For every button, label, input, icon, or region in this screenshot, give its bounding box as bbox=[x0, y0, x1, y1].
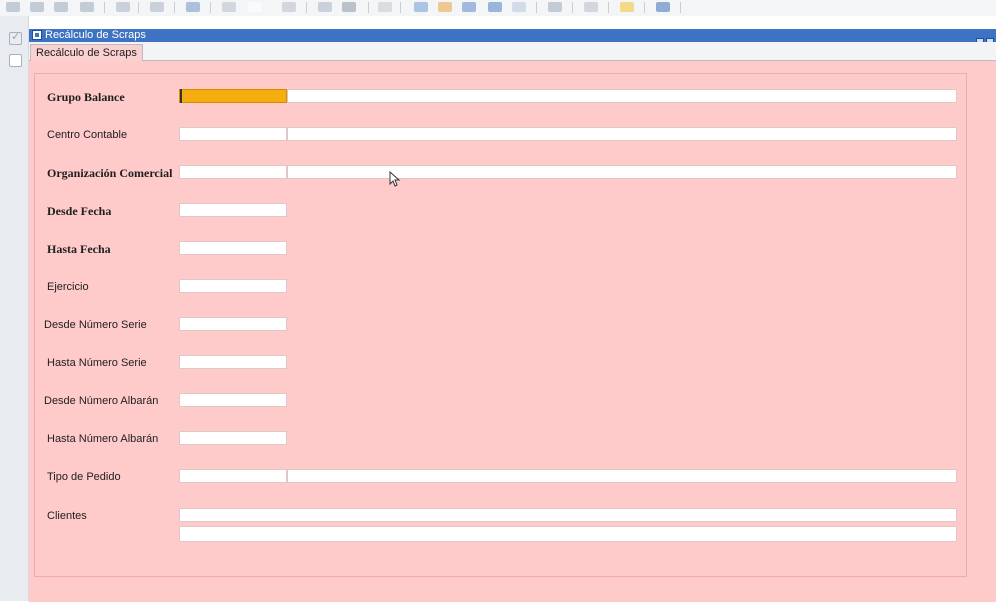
hasta-fecha-input[interactable] bbox=[179, 241, 287, 255]
window-icon bbox=[32, 30, 42, 40]
field-label: Centro Contable bbox=[47, 129, 128, 141]
toolbar-separator bbox=[174, 2, 175, 13]
main-toolbar bbox=[0, 0, 996, 16]
field-label: Ejercicio bbox=[47, 281, 89, 293]
toolbar-separator bbox=[644, 2, 645, 13]
field-label: Tipo de Pedido bbox=[47, 471, 121, 483]
help-icon[interactable] bbox=[656, 2, 670, 12]
field-label: Hasta Número Serie bbox=[47, 357, 147, 369]
print-icon[interactable] bbox=[150, 2, 164, 12]
zoom-icon[interactable] bbox=[512, 2, 526, 12]
field-label: Grupo Balance bbox=[47, 90, 125, 104]
clientes-list[interactable] bbox=[179, 526, 957, 542]
next-icon[interactable] bbox=[54, 2, 68, 12]
tipo-de-pedido-description-input[interactable] bbox=[287, 469, 957, 483]
prev-icon[interactable] bbox=[30, 2, 44, 12]
toolbar-separator bbox=[572, 2, 573, 13]
centro-contable-description-input[interactable] bbox=[287, 127, 957, 141]
toolbar-separator bbox=[536, 2, 537, 13]
report-icon[interactable] bbox=[548, 2, 562, 12]
save-icon[interactable] bbox=[186, 2, 200, 12]
grupo-balance-description-input[interactable] bbox=[287, 89, 957, 103]
window-title-bar: Recálculo de Scraps bbox=[29, 29, 996, 46]
desde-numero-serie-input[interactable] bbox=[179, 317, 287, 331]
centro-contable-code-input[interactable] bbox=[179, 127, 287, 141]
field-label: Organización Comercial bbox=[47, 166, 173, 180]
hasta-numero-albaran-input[interactable] bbox=[179, 431, 287, 445]
paste-icon[interactable] bbox=[342, 2, 356, 12]
hasta-numero-serie-input[interactable] bbox=[179, 355, 287, 369]
edit-icon[interactable] bbox=[438, 2, 452, 12]
link-icon[interactable] bbox=[462, 2, 476, 12]
toolbar-separator bbox=[368, 2, 369, 13]
form-group-box bbox=[34, 73, 967, 577]
copy-icon[interactable] bbox=[318, 2, 332, 12]
clientes-input[interactable] bbox=[179, 508, 957, 522]
mouse-cursor-icon bbox=[389, 171, 401, 187]
record-selector-strip bbox=[0, 16, 29, 601]
text-caret bbox=[180, 89, 182, 103]
field-label: Hasta Número Albarán bbox=[47, 433, 159, 445]
field-label: Desde Número Albarán bbox=[44, 395, 159, 407]
select-checkbox-checked[interactable] bbox=[9, 30, 22, 45]
first-icon[interactable] bbox=[6, 2, 20, 12]
delete-icon[interactable] bbox=[222, 2, 236, 12]
blank-icon[interactable] bbox=[248, 2, 262, 12]
organizacion-comercial-description-input[interactable] bbox=[287, 165, 957, 179]
last-icon[interactable] bbox=[80, 2, 94, 12]
field-label: Desde Fecha bbox=[47, 204, 112, 218]
filter-icon[interactable] bbox=[378, 2, 392, 12]
organizacion-comercial-code-input[interactable] bbox=[179, 165, 287, 179]
toolbar-separator bbox=[138, 2, 139, 13]
window-title: Recálculo de Scraps bbox=[45, 29, 146, 41]
toolbar-separator bbox=[680, 2, 681, 13]
export-icon[interactable] bbox=[488, 2, 502, 12]
window-controls bbox=[974, 31, 994, 46]
search-icon[interactable] bbox=[414, 2, 428, 12]
toolbar-separator bbox=[608, 2, 609, 13]
tipo-de-pedido-code-input[interactable] bbox=[179, 469, 287, 483]
toolbar-separator bbox=[210, 2, 211, 13]
ejercicio-input[interactable] bbox=[179, 279, 287, 293]
favorite-icon[interactable] bbox=[620, 2, 634, 12]
new-icon[interactable] bbox=[282, 2, 296, 12]
toolbar-separator bbox=[104, 2, 105, 13]
tab-recalculo-de-scraps[interactable]: Recálculo de Scraps bbox=[30, 44, 143, 61]
toolbar-separator bbox=[400, 2, 401, 13]
field-label: Clientes bbox=[47, 510, 87, 522]
select-checkbox[interactable] bbox=[9, 54, 22, 67]
desde-fecha-input[interactable] bbox=[179, 203, 287, 217]
tools-icon[interactable] bbox=[584, 2, 598, 12]
grupo-balance-code-input[interactable] bbox=[179, 89, 287, 103]
toolbar-separator bbox=[306, 2, 307, 13]
desde-numero-albaran-input[interactable] bbox=[179, 393, 287, 407]
refresh-icon[interactable] bbox=[116, 2, 130, 12]
field-label: Desde Número Serie bbox=[44, 319, 147, 331]
field-label: Hasta Fecha bbox=[47, 242, 111, 256]
